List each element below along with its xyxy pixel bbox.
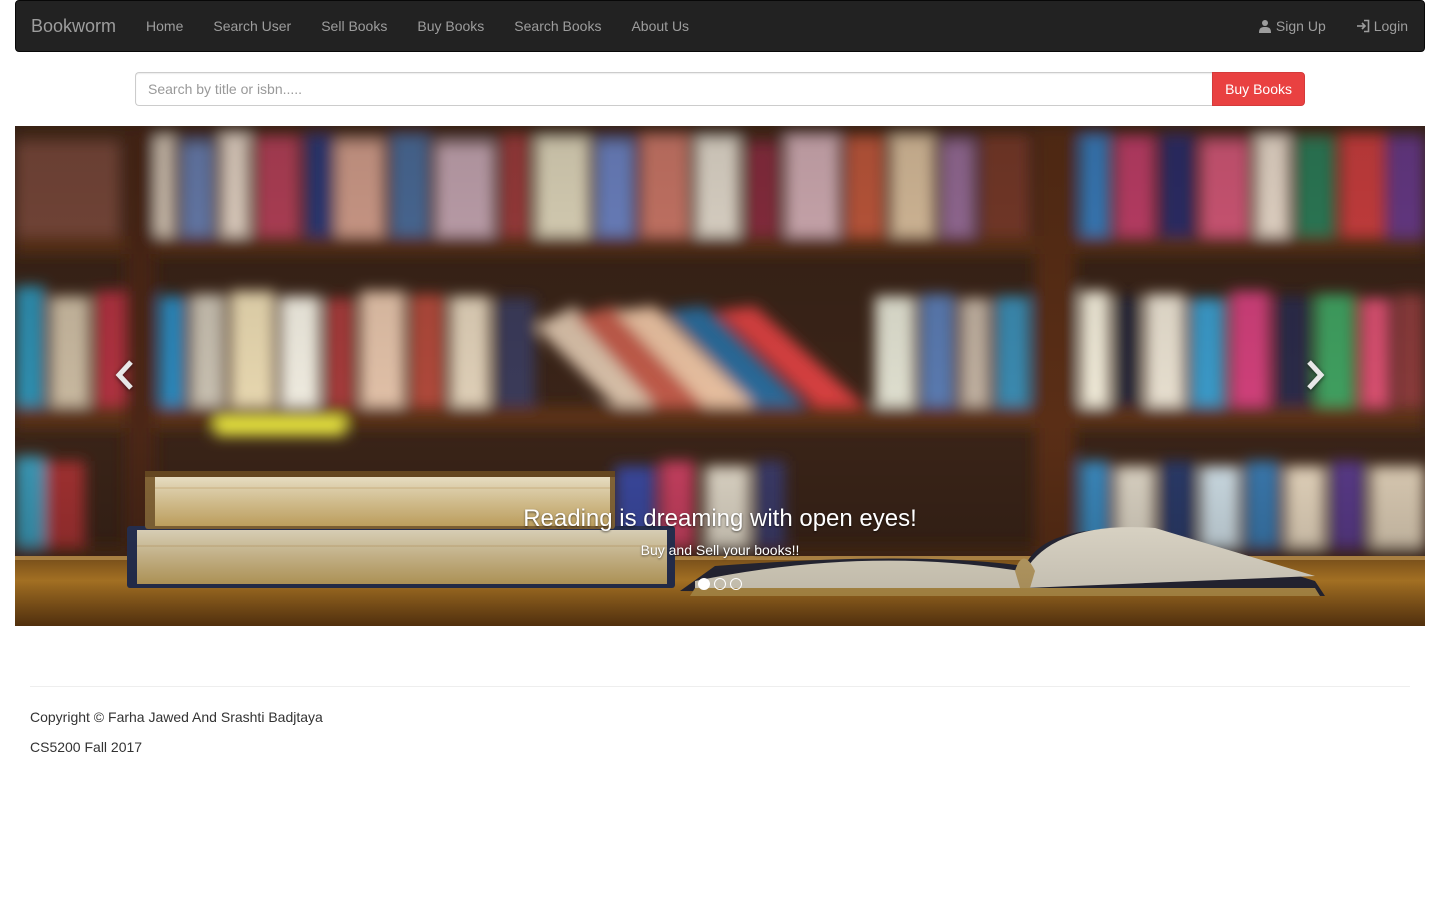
footer-copyright: Copyright © Farha Jawed And Srashti Badj… bbox=[30, 709, 323, 725]
brand-logo[interactable]: Bookworm bbox=[16, 1, 131, 51]
nav-menu: Home Search User Sell Books Buy Books Se… bbox=[131, 1, 704, 51]
nav-item-home[interactable]: Home bbox=[131, 1, 198, 51]
hero-carousel: Reading is dreaming with open eyes! Buy … bbox=[15, 126, 1425, 626]
login-link[interactable]: Login bbox=[1341, 1, 1423, 51]
search-input[interactable] bbox=[135, 72, 1213, 106]
signup-link[interactable]: Sign Up bbox=[1243, 1, 1341, 51]
signup-label: Sign Up bbox=[1275, 18, 1326, 34]
caption-title: Reading is dreaming with open eyes! bbox=[523, 505, 917, 532]
user-icon bbox=[1258, 19, 1272, 33]
carousel-caption: Reading is dreaming with open eyes! Buy … bbox=[15, 505, 1425, 559]
chevron-left-icon bbox=[113, 359, 137, 394]
carousel-indicators bbox=[15, 578, 1425, 590]
nav-right: Sign Up Login bbox=[1243, 1, 1423, 51]
footer-course: CS5200 Fall 2017 bbox=[30, 739, 143, 755]
carousel-indicator-3[interactable] bbox=[730, 578, 742, 590]
carousel-indicator-2[interactable] bbox=[714, 578, 726, 590]
nav-item-search-books[interactable]: Search Books bbox=[499, 1, 616, 51]
login-icon bbox=[1356, 19, 1370, 33]
carousel-indicator-1[interactable] bbox=[698, 578, 710, 590]
footer-divider bbox=[30, 686, 1410, 687]
login-label: Login bbox=[1373, 18, 1408, 34]
buy-books-button[interactable]: Buy Books bbox=[1212, 72, 1305, 106]
caption-subtitle: Buy and Sell your books!! bbox=[640, 542, 800, 559]
search-bar: Buy Books bbox=[135, 72, 1305, 106]
navbar: Bookworm Home Search User Sell Books Buy… bbox=[15, 0, 1425, 52]
nav-item-buy-books[interactable]: Buy Books bbox=[402, 1, 499, 51]
nav-item-sell-books[interactable]: Sell Books bbox=[306, 1, 402, 51]
chevron-right-icon bbox=[1303, 359, 1327, 394]
nav-item-search-user[interactable]: Search User bbox=[198, 1, 306, 51]
nav-item-about-us[interactable]: About Us bbox=[616, 1, 704, 51]
